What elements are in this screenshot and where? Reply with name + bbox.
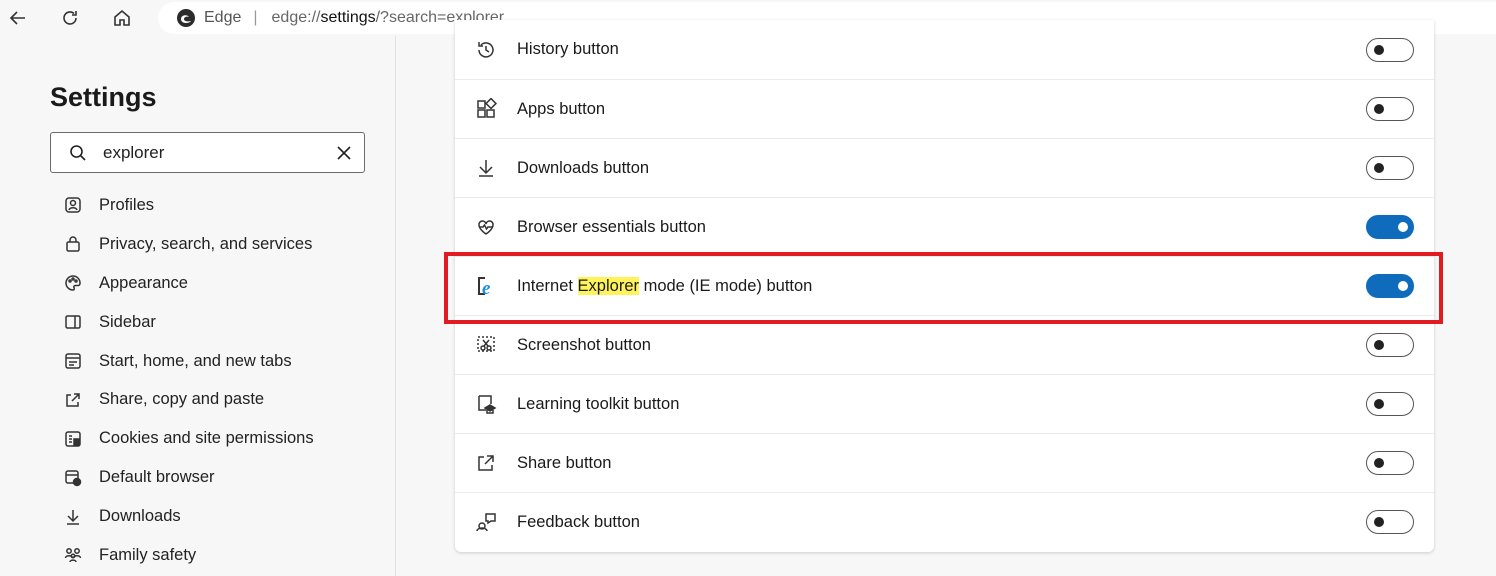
sidebar-item-label: Share, copy and paste — [99, 390, 265, 409]
setting-label: Apps button — [517, 99, 606, 118]
setting-row-feedback: Feedback button — [455, 492, 1434, 551]
back-arrow-icon — [9, 11, 25, 25]
learning-toolkit-button-toggle[interactable] — [1366, 392, 1414, 416]
setting-row-share: Share button — [455, 433, 1434, 492]
search-input[interactable] — [103, 142, 303, 163]
apps-icon — [477, 98, 497, 118]
sidebar-item-label: Sidebar — [99, 312, 156, 331]
family-icon — [64, 548, 82, 563]
history-button-toggle[interactable] — [1366, 37, 1414, 62]
palette-icon — [65, 275, 81, 291]
toggle-knob — [1374, 458, 1384, 468]
search-icon — [70, 144, 86, 161]
sidebar-item-profiles[interactable]: Profiles — [64, 186, 314, 225]
settings-menu: Profiles Privacy, search, and services A… — [64, 186, 314, 575]
setting-row-learning-toolkit: Learning toolkit button — [455, 374, 1434, 433]
sidebar-item-appearance[interactable]: Appearance — [64, 264, 314, 303]
setting-row-apps: Apps button — [455, 79, 1434, 138]
share-button-toggle[interactable] — [1366, 451, 1414, 475]
default-browser-icon — [65, 469, 82, 486]
url-scheme: edge:// — [271, 9, 321, 26]
setting-label: Share button — [517, 453, 612, 472]
toggle-knob — [1374, 399, 1384, 409]
download-icon — [479, 160, 493, 177]
profile-icon — [65, 197, 81, 214]
sidebar-item-downloads[interactable]: Downloads — [64, 497, 314, 536]
annotation-highlight-box — [444, 252, 1443, 324]
refresh-icon — [63, 11, 77, 25]
setting-row-downloads: Downloads button — [455, 138, 1434, 197]
setting-row-history: History button — [455, 20, 1434, 79]
learning-icon — [478, 395, 497, 414]
share-icon — [478, 455, 494, 471]
sidebar-item-label: Appearance — [99, 273, 188, 292]
sidebar-item-label: Start, home, and new tabs — [99, 351, 292, 370]
toggle-knob — [1374, 44, 1384, 55]
sidebar-item-default-browser[interactable]: Default browser — [64, 458, 314, 497]
back-button[interactable] — [4, 4, 32, 32]
sidebar-item-label: Profiles — [99, 195, 155, 214]
sidebar-item-family-safety[interactable]: Family safety — [64, 536, 314, 575]
sidebar-item-start-home[interactable]: Start, home, and new tabs — [64, 342, 314, 381]
apps-button-toggle[interactable] — [1366, 97, 1414, 121]
sidebar-item-label: Downloads — [99, 507, 181, 526]
home-button[interactable] — [108, 4, 136, 32]
setting-label: Downloads button — [517, 158, 650, 177]
share-icon — [66, 393, 80, 407]
sidebar-item-label: Cookies and site permissions — [99, 429, 314, 448]
settings-sidebar: Settings Profiles Privacy, search, and s… — [0, 36, 396, 576]
sidebar-item-label: Default browser — [99, 468, 215, 487]
page-title: Settings — [50, 82, 157, 112]
feedback-icon — [476, 513, 496, 532]
download-icon — [67, 509, 79, 525]
sidebar-item-share-copy[interactable]: Share, copy and paste — [64, 380, 314, 419]
refresh-button[interactable] — [56, 4, 84, 32]
lock-icon — [66, 236, 80, 253]
browser-brand: Edge — [204, 9, 242, 26]
toggle-knob — [1374, 163, 1384, 173]
setting-row-browser-essentials: Browser essentials button — [455, 197, 1434, 256]
sidebar-item-sidebar[interactable]: Sidebar — [64, 303, 314, 342]
sidebar-item-cookies[interactable]: Cookies and site permissions — [64, 419, 314, 458]
browser-essentials-button-toggle[interactable] — [1366, 215, 1414, 239]
setting-label: Feedback button — [517, 512, 640, 531]
screenshot-button-toggle[interactable] — [1366, 333, 1414, 357]
heart-pulse-icon — [478, 220, 494, 235]
home-icon — [114, 9, 130, 26]
search-box — [50, 132, 365, 173]
toggle-knob — [1374, 340, 1384, 350]
url-separator: | — [253, 9, 258, 26]
sidebar-item-label: Family safety — [99, 545, 197, 564]
sidebar-item-label: Privacy, search, and services — [99, 234, 313, 253]
start-page-icon — [65, 353, 81, 369]
toggle-knob — [1374, 104, 1384, 114]
screenshot-icon — [477, 336, 495, 352]
setting-label: Browser essentials button — [517, 217, 706, 236]
setting-label: Learning toolkit button — [517, 394, 680, 413]
sidebar-item-privacy[interactable]: Privacy, search, and services — [64, 225, 314, 264]
setting-label: History button — [517, 40, 619, 58]
feedback-button-toggle[interactable] — [1366, 510, 1414, 534]
setting-label: Screenshot button — [517, 335, 651, 354]
toggle-knob — [1398, 222, 1408, 232]
edge-logo-icon — [177, 9, 195, 27]
sidebar-icon — [65, 315, 81, 329]
cookies-icon — [65, 431, 81, 447]
history-icon — [478, 41, 494, 58]
downloads-button-toggle[interactable] — [1366, 156, 1414, 180]
clear-search-icon[interactable] — [334, 143, 354, 163]
url-host: settings — [320, 9, 376, 26]
toggle-knob — [1374, 517, 1384, 527]
